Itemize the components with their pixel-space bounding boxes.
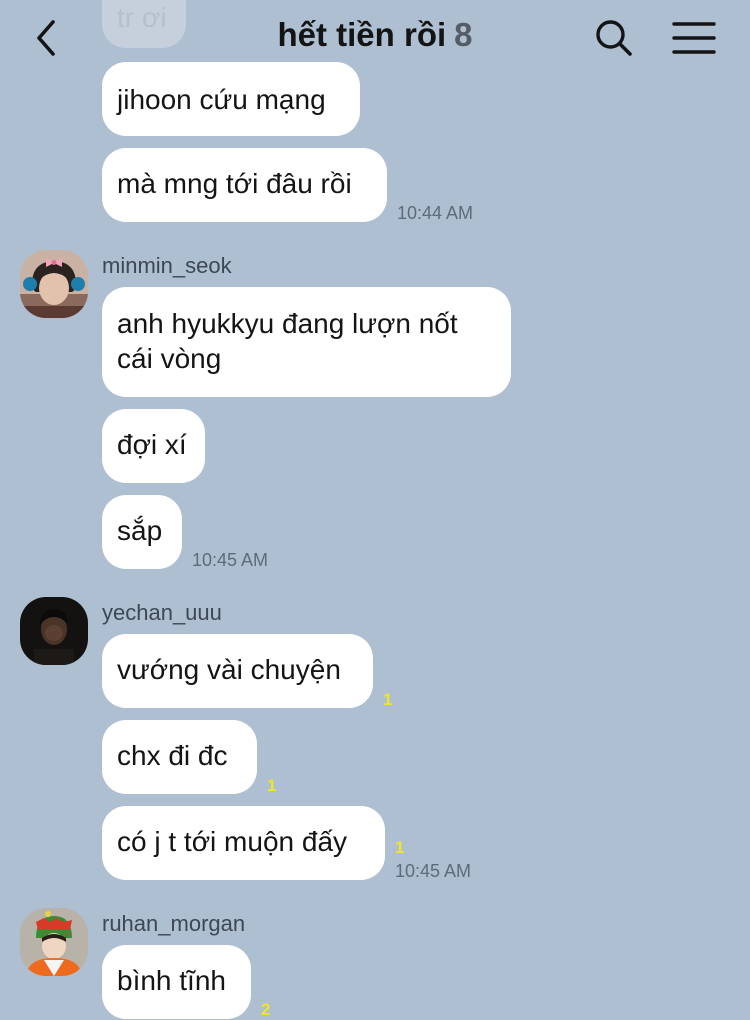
sender-name: yechan_uuu	[102, 600, 222, 625]
avatar-minmin[interactable]	[20, 250, 88, 318]
hamburger-menu-icon	[672, 22, 716, 54]
unread-count: 1	[267, 776, 277, 795]
avatar-ruhan[interactable]	[20, 908, 88, 976]
chat-title-text: hết tiền rồi	[277, 16, 447, 53]
message-bubble[interactable]: mà mng tới đâu rồi	[102, 148, 387, 222]
message-text: đợi xí	[117, 429, 187, 460]
message-text: bình tĩnh	[117, 965, 226, 996]
message-text: sắp	[117, 515, 163, 546]
unread-count: 1	[395, 838, 405, 857]
unread-count: 2	[261, 1000, 271, 1019]
avatar-yechan[interactable]	[20, 597, 88, 665]
message-timestamp: 10:45 AM	[395, 861, 472, 881]
unread-count: 1	[383, 690, 393, 709]
message-text: chx đi đc	[117, 740, 228, 771]
sender-name: minmin_seok	[102, 253, 232, 278]
message-timestamp: 10:45 AM	[192, 550, 269, 570]
message-bubble[interactable]: chx đi đc	[102, 720, 257, 794]
message-bubble[interactable]: có j t tới muộn đấy	[102, 806, 385, 880]
search-button[interactable]	[592, 16, 636, 60]
search-icon	[596, 20, 632, 56]
message-bubble[interactable]: anh hyukkyu đang lượn nốt cái vòng	[102, 287, 511, 397]
message-text: cái vòng	[117, 343, 222, 374]
message-bubble[interactable]: đợi xí	[102, 409, 205, 483]
message-bubble[interactable]: vướng vài chuyện	[102, 634, 373, 708]
chat-screen: hết tiền rồi 8 tr ơi jihoon cứu mạng mà m…	[0, 0, 750, 1019]
chat-title: hết tiền rồi 8	[0, 16, 750, 54]
message-timestamp: 10:44 AM	[397, 203, 474, 223]
message-text: có j t tới muộn đấy	[117, 826, 348, 857]
menu-button[interactable]	[670, 16, 718, 60]
message-text: mà mng tới đâu rồi	[117, 168, 352, 199]
message-bubble[interactable]: bình tĩnh	[102, 945, 251, 1019]
message-text: vướng vài chuyện	[117, 654, 341, 685]
message-text: jihoon cứu mạng	[117, 84, 326, 115]
message-bubble[interactable]: sắp	[102, 495, 182, 569]
chat-header: hết tiền rồi 8	[0, 0, 750, 76]
sender-name: ruhan_morgan	[102, 911, 246, 936]
member-count: 8	[454, 16, 473, 53]
message-text: anh hyukkyu đang lượn nốt	[117, 308, 458, 339]
